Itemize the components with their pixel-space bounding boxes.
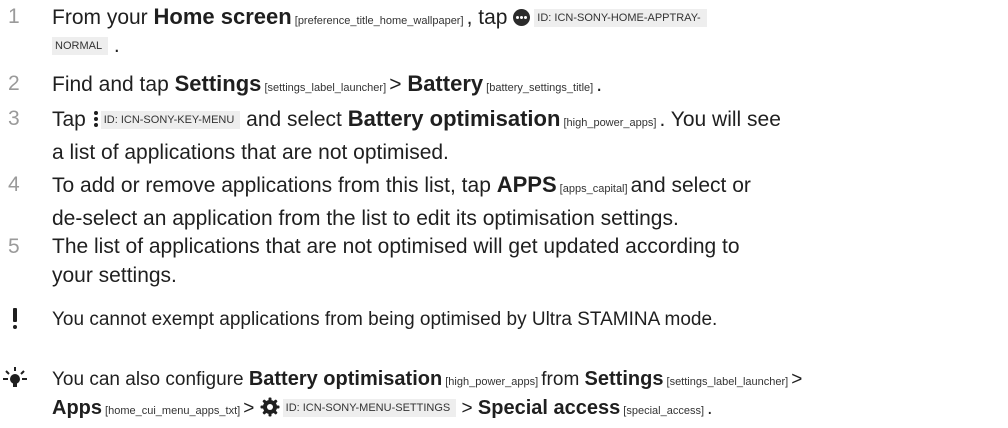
step-text: To add or remove applications from this … (52, 174, 497, 197)
step-text: . (596, 73, 603, 96)
ui-term: Special access (477, 397, 621, 419)
string-id-tag: [apps_capital] (556, 183, 631, 195)
gear-icon (260, 397, 280, 417)
string-id-tag: [settings_label_launcher] (663, 376, 792, 388)
string-id-tag: [high_power_apps] (442, 376, 542, 388)
ui-term: Battery (407, 71, 484, 96)
separator: > (243, 398, 260, 419)
string-id-tag: [high_power_apps] (560, 117, 660, 129)
tip-text: You can also configure (52, 369, 249, 390)
tip-text: from (541, 369, 585, 390)
step-number: 5 (8, 235, 20, 258)
ui-term: Battery optimisation (248, 368, 443, 390)
step-text: and select (240, 108, 348, 131)
step-text: Find and tap (52, 73, 175, 96)
step-number: 2 (8, 72, 20, 95)
apptray-icon (513, 9, 531, 26)
step-text: From your (52, 6, 154, 29)
ui-term: Battery optimisation (347, 106, 561, 131)
string-id-tag: [battery_settings_title] (483, 82, 597, 94)
separator: > (389, 73, 408, 96)
string-id-tag: [preference_title_home_wallpaper] (291, 15, 467, 27)
step-text: . (108, 34, 120, 57)
separator: > (456, 398, 478, 419)
tip-text: . (707, 398, 713, 419)
icon-id-label: NORMAL (52, 37, 109, 55)
step-text: a list of applications that are not opti… (52, 141, 449, 164)
icon-id-label: ID: ICN-SONY-MENU-SETTINGS (282, 399, 457, 417)
string-id-tag: [special_access] (620, 405, 708, 417)
string-id-tag: [settings_label_launcher] (261, 82, 390, 94)
step-number: 3 (8, 107, 20, 130)
ui-term: Settings (584, 368, 664, 390)
ui-term: Settings (174, 71, 262, 96)
note-text: You cannot exempt applications from bein… (52, 309, 718, 330)
lightbulb-icon (3, 367, 27, 387)
step-text: your settings. (52, 264, 177, 287)
overflow-menu-icon (93, 111, 98, 127)
step-text: de-select an application from the list t… (52, 207, 679, 230)
ui-term: Apps (52, 397, 102, 419)
ui-term: Home screen (153, 4, 292, 29)
step-text: Tap (52, 108, 92, 131)
ui-term: APPS (496, 172, 557, 197)
icon-id-label: ID: ICN-SONY-HOME-APPTRAY- (534, 9, 707, 27)
string-id-tag: [home_cui_menu_apps_txt] (102, 405, 244, 417)
icon-id-label: ID: ICN-SONY-KEY-MENU (100, 111, 241, 129)
step-text: . You will see (659, 108, 781, 131)
step-text: , tap (466, 6, 514, 29)
exclamation-icon (8, 307, 22, 333)
step-number: 1 (8, 5, 20, 28)
step-number: 4 (8, 173, 20, 196)
step-text: and select or (630, 174, 751, 197)
step-text: The list of applications that are not op… (52, 235, 740, 258)
separator: > (791, 369, 803, 390)
